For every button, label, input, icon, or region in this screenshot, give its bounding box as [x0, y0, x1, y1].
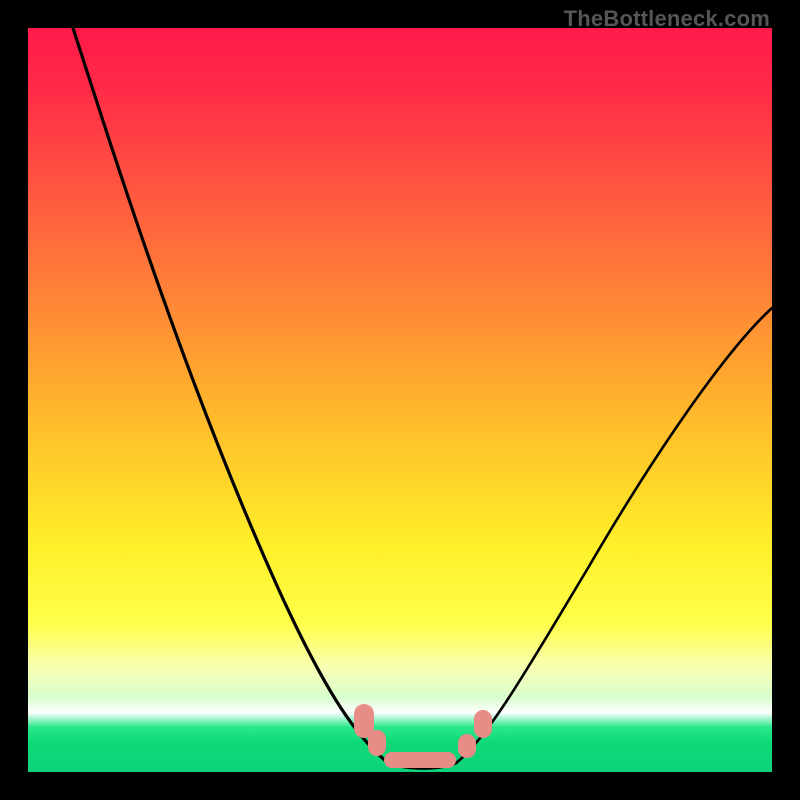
page-frame: TheBottleneck.com [0, 0, 800, 800]
chart-area [28, 28, 772, 772]
curve-right-branch [456, 308, 772, 763]
marker-right-lower [458, 734, 476, 758]
curve-left-branch [73, 28, 388, 763]
bottleneck-curve [28, 28, 772, 772]
marker-right-upper [474, 710, 492, 738]
marker-left-lower [368, 730, 386, 756]
marker-valley-bar [384, 752, 456, 768]
